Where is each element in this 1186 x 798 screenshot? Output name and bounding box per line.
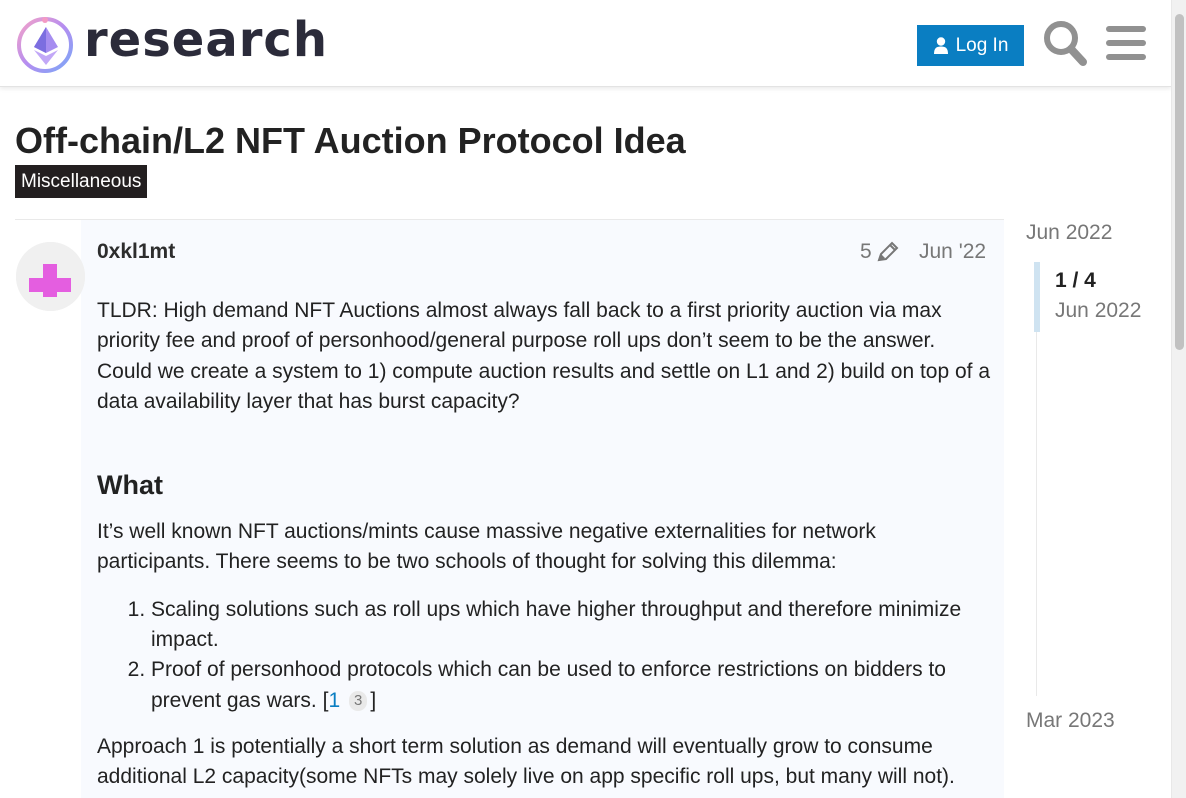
timeline-end-date[interactable]: Mar 2023	[1026, 709, 1115, 733]
scrollbar-thumb[interactable]	[1175, 14, 1184, 350]
timeline-handle[interactable]	[1034, 262, 1040, 332]
tldr-paragraph: TLDR: High demand NFT Auctions almost al…	[97, 299, 991, 413]
link-click-count-badge: 3	[348, 690, 368, 711]
post-content: TLDR: High demand NFT Auctions almost al…	[97, 296, 992, 798]
approach-list: Scaling solutions such as roll ups which…	[97, 595, 992, 716]
post-username[interactable]: 0xkl1mt	[97, 240, 175, 264]
site-logo-text[interactable]: research	[84, 12, 328, 68]
intro-paragraph: It’s well known NFT auctions/mints cause…	[97, 520, 876, 574]
site-header: research Log In	[0, 0, 1171, 87]
page-scrollbar[interactable]	[1171, 0, 1186, 798]
list-item: Scaling solutions such as roll ups which…	[151, 595, 992, 656]
list-item: Proof of personhood protocols which can …	[151, 655, 992, 716]
login-button[interactable]: Log In	[917, 25, 1024, 66]
footnote-bracket: ]	[370, 688, 377, 712]
timeline-position: 1 / 4	[1055, 269, 1096, 292]
menu-icon[interactable]	[1106, 24, 1146, 62]
user-icon	[933, 36, 948, 54]
list-item-text: Proof of personhood protocols which can …	[151, 658, 946, 712]
timeline-current-date: Jun 2022	[1055, 299, 1142, 322]
edit-history-button[interactable]: 5	[860, 240, 900, 264]
category-badge[interactable]: Miscellaneous	[15, 165, 148, 198]
avatar-identicon-icon	[16, 242, 85, 311]
search-icon[interactable]	[1043, 20, 1087, 66]
footnote-link[interactable]: 1	[328, 689, 340, 712]
topic-title[interactable]: Off-chain/L2 NFT Auction Protocol Idea	[15, 120, 686, 162]
approach-paragraph: Approach 1 is potentially a short term s…	[97, 734, 955, 789]
timeline-start-date[interactable]: Jun 2022	[1026, 221, 1112, 245]
edit-count: 5	[860, 240, 872, 263]
post-date[interactable]: Jun '22	[919, 240, 986, 264]
avatar[interactable]	[16, 242, 85, 311]
pencil-icon	[877, 241, 899, 262]
ethresearch-logo-icon[interactable]	[16, 15, 76, 75]
section-heading-what: What	[97, 470, 163, 501]
login-button-label: Log In	[955, 34, 1009, 56]
